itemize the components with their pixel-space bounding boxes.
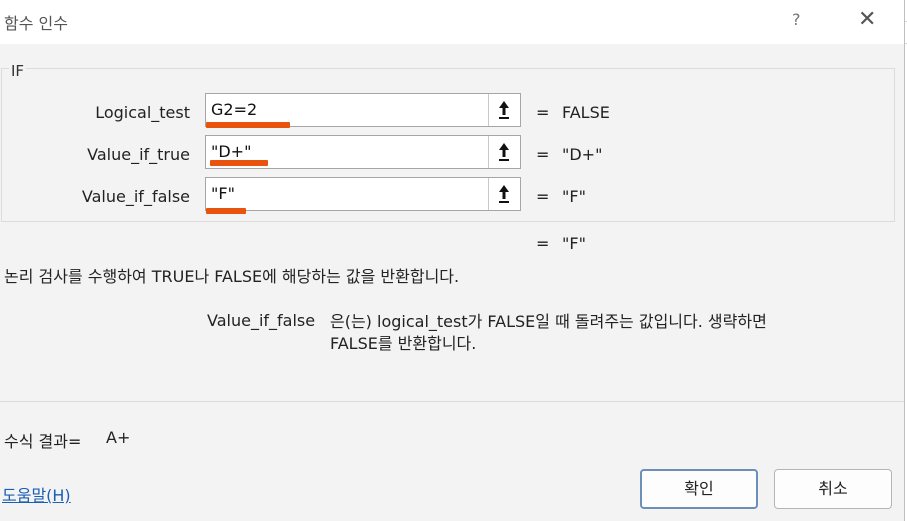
help-question-icon[interactable]: ? xyxy=(792,10,801,29)
function-description: 논리 검사를 수행하여 TRUE나 FALSE에 해당하는 값을 반환합니다. xyxy=(4,267,460,286)
arg-input-value-if-true[interactable]: "D+" xyxy=(205,135,521,169)
arg-equals: = xyxy=(536,187,550,206)
arg-result: "F" xyxy=(562,187,586,206)
collapse-dialog-arrow-icon xyxy=(499,101,509,119)
argument-help-line: FALSE를 반환합니다. xyxy=(330,334,477,353)
collapse-dialog-button[interactable] xyxy=(488,136,520,168)
annotation-underline xyxy=(206,208,246,214)
dialog-title: 함수 인수 xyxy=(4,14,68,33)
divider xyxy=(0,401,904,402)
overall-result: "F" xyxy=(562,234,586,253)
argument-help-line: 은(는) logical_test가 FALSE일 때 돌려주는 값입니다. 생… xyxy=(330,312,767,331)
formula-result-value: A+ xyxy=(106,428,131,447)
collapse-dialog-arrow-icon xyxy=(499,185,509,203)
arg-label-value-if-true: Value_if_true xyxy=(87,145,190,164)
arg-equals: = xyxy=(536,103,550,122)
ok-button[interactable]: 확인 xyxy=(640,469,758,509)
argument-help-text: 은(는) logical_test가 FALSE일 때 돌려주는 값입니다. 생… xyxy=(330,311,850,355)
argument-help-name: Value_if_false xyxy=(207,311,316,330)
arg-label-logical-test: Logical_test xyxy=(95,103,190,122)
arg-label-value-if-false: Value_if_false xyxy=(81,187,190,206)
arg-equals: = xyxy=(536,145,550,164)
arg-value: G2=2 xyxy=(211,100,258,119)
collapse-dialog-button[interactable] xyxy=(488,178,520,210)
annotation-underline xyxy=(210,160,268,166)
cancel-button[interactable]: 취소 xyxy=(774,469,892,509)
help-link[interactable]: 도움말(H) xyxy=(2,482,71,506)
collapse-dialog-arrow-icon xyxy=(499,143,509,161)
collapse-dialog-button[interactable] xyxy=(488,94,520,126)
arg-value: "D+" xyxy=(211,142,252,161)
arg-input-logical-test[interactable]: G2=2 xyxy=(205,93,521,128)
function-name: IF xyxy=(9,62,27,80)
arg-result: "D+" xyxy=(562,145,603,164)
close-icon[interactable]: ✕ xyxy=(858,8,876,32)
annotation-underline xyxy=(206,122,290,128)
arg-input-value-if-false[interactable]: "F" xyxy=(205,177,521,214)
title-bar: 함수 인수 ? ✕ xyxy=(0,0,904,44)
formula-result-label: 수식 결과= xyxy=(4,432,82,451)
arg-result: FALSE xyxy=(562,103,610,122)
arg-value: "F" xyxy=(211,184,235,203)
overall-equals: = xyxy=(536,234,550,253)
function-arguments-dialog: 함수 인수 ? ✕ IF Logical_test G2=2 = FALSE V… xyxy=(0,0,905,521)
